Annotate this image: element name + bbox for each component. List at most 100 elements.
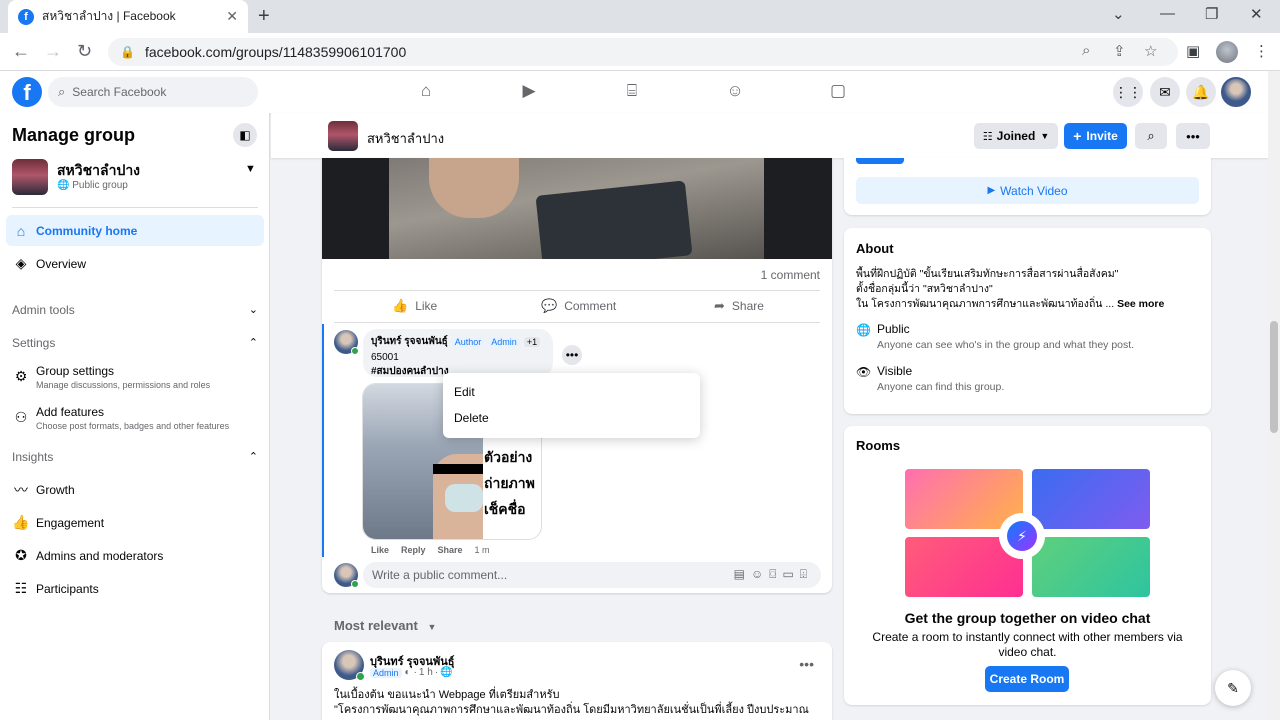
divider: [334, 290, 820, 291]
share-icon[interactable]: ⇪: [1113, 42, 1126, 60]
comment-author-row: บุรินทร์ รุจจนพันธุ์ Author Admin +1: [371, 334, 545, 349]
groups-nav-icon[interactable]: ☺: [723, 81, 747, 103]
bookmark-star-icon[interactable]: ☆: [1144, 42, 1157, 60]
like-button[interactable]: 👍 Like: [392, 298, 437, 314]
see-more-link[interactable]: See more: [1117, 298, 1164, 310]
home-nav-icon[interactable]: ⌂: [414, 81, 438, 103]
people-icon: ☷: [14, 580, 28, 596]
rooms-headline: Get the group together on video chat: [904, 610, 1151, 626]
page-scrollbar[interactable]: [1268, 71, 1280, 720]
side-panel-icon[interactable]: ▣: [1186, 42, 1200, 60]
admin-tools-section[interactable]: Admin tools ⌄: [12, 303, 258, 317]
post-options-button[interactable]: •••: [799, 656, 814, 672]
group-name[interactable]: สหวิชาลำปาง: [367, 128, 444, 149]
commenter-avatar[interactable]: [334, 330, 359, 355]
sidebar-item-group-settings[interactable]: ⚙ Group settings Manage discussions, per…: [6, 364, 264, 402]
joined-button[interactable]: ☷ Joined ▼: [974, 123, 1058, 149]
group-thumbnail[interactable]: [328, 121, 358, 151]
address-bar[interactable]: 🔒 facebook.com/groups/1148359906101700 ⌕…: [108, 38, 1178, 66]
menu-grid-icon[interactable]: ⋮⋮: [1113, 77, 1143, 107]
comment-like-link[interactable]: Like: [371, 545, 389, 555]
settings-section[interactable]: Settings ⌃: [12, 336, 258, 350]
comment-time[interactable]: 1 m: [475, 545, 490, 555]
watch-video-button[interactable]: ▶ Watch Video: [856, 177, 1199, 204]
section-label: Settings: [12, 336, 56, 350]
forward-icon[interactable]: →: [44, 41, 62, 62]
watch-nav-icon[interactable]: ▶: [517, 81, 541, 103]
comment-options-button[interactable]: •••: [562, 345, 582, 365]
sidebar-item-admins-moderators[interactable]: ✪ Admins and moderators: [6, 540, 264, 571]
comment-count[interactable]: 1 comment: [761, 268, 820, 282]
about-description: พื้นที่ฝึกปฏิบัติ "ขั้นเรียนเสริมทักษะกา…: [856, 267, 1199, 312]
sidebar-collapse-icon[interactable]: ◧: [233, 123, 257, 147]
more-dots-icon: •••: [1186, 128, 1200, 144]
browser-menu-icon[interactable]: ⋮: [1254, 42, 1269, 60]
caret-down-icon: ▼: [1040, 131, 1050, 141]
comment-share-link[interactable]: Share: [438, 545, 463, 555]
comment-author[interactable]: บุรินทร์ รุจจนพันธุ์: [371, 334, 448, 349]
create-room-button[interactable]: Create Room: [985, 666, 1069, 692]
delete-menu-item[interactable]: Delete: [443, 405, 700, 431]
browser-toolbar: ← → ↻ 🔒 facebook.com/groups/114835990610…: [0, 33, 1280, 71]
marketplace-nav-icon[interactable]: ⌸: [620, 81, 644, 103]
privacy-title: Public: [877, 322, 910, 336]
write-comment-input[interactable]: Write a public comment... ▤☺⌼▭⌹: [363, 562, 821, 588]
more-badges[interactable]: +1: [523, 336, 541, 347]
new-tab-icon[interactable]: +: [258, 5, 270, 28]
comment-reply-link[interactable]: Reply: [401, 545, 426, 555]
group-name[interactable]: สหวิชาลำปาง: [57, 160, 140, 182]
back-icon[interactable]: ←: [12, 41, 30, 62]
restore-icon[interactable]: ❐: [1205, 5, 1218, 23]
feed-sort-dropdown[interactable]: Most relevant ▼: [334, 618, 436, 633]
share-button[interactable]: ➦ Share: [714, 298, 764, 314]
scrollbar-thumb[interactable]: [1270, 321, 1278, 433]
facebook-logo-icon[interactable]: f: [12, 77, 42, 107]
sidebar-item-growth[interactable]: 〰 Growth: [6, 474, 264, 505]
item-subtitle: Choose post formats, badges and other fe…: [36, 421, 230, 431]
reload-icon[interactable]: ↻: [77, 41, 92, 62]
sidebar-item-engagement[interactable]: 👍 Engagement: [6, 507, 264, 538]
about-desc-line: ใน โครงการพัฒนาคุณภาพการศึกษาและพัฒนาท้อ…: [856, 298, 1115, 310]
post-time[interactable]: 1 h: [419, 667, 433, 678]
group-switch-caret-icon[interactable]: ▼: [245, 163, 256, 175]
group-more-button[interactable]: •••: [1176, 123, 1210, 149]
new-message-icon[interactable]: ✎: [1215, 670, 1251, 706]
close-window-icon[interactable]: ✕: [1250, 5, 1263, 23]
sidebar-item-label: Engagement: [36, 515, 105, 530]
group-search-button[interactable]: ⌕: [1135, 123, 1167, 149]
zoom-search-icon[interactable]: ⌕: [1082, 42, 1090, 59]
browser-profile-avatar[interactable]: [1216, 41, 1238, 63]
sidebar-item-community-home[interactable]: ⌂ Community home: [6, 215, 264, 246]
sidebar-item-label: Admins and moderators: [36, 548, 164, 563]
notifications-bell-icon[interactable]: 🔔: [1186, 77, 1216, 107]
url-text: facebook.com/groups/1148359906101700: [144, 44, 407, 60]
insights-section[interactable]: Insights ⌃: [12, 450, 258, 464]
lock-icon[interactable]: 🔒: [120, 45, 135, 59]
post-author-avatar[interactable]: [334, 650, 365, 681]
search-icon: ⌕: [58, 84, 66, 99]
comment-bubble: บุรินทร์ รุจจนพันธุ์ Author Admin +1 650…: [363, 329, 553, 377]
facebook-search-input[interactable]: ⌕ Search Facebook: [48, 77, 258, 107]
messenger-icon[interactable]: ✉: [1150, 77, 1180, 107]
about-desc-line: พื้นที่ฝึกปฏิบัติ "ขั้นเรียนเสริมทักษะกา…: [856, 268, 1119, 280]
comment-attachment-icons[interactable]: ▤☺⌼▭⌹: [734, 567, 813, 582]
tab-search-chevron-icon[interactable]: ⌄: [1112, 5, 1125, 23]
browser-tab[interactable]: f สหวิชาลำปาง | Facebook ✕: [8, 0, 248, 33]
sidebar-title: Manage group: [12, 125, 136, 145]
comment-button[interactable]: 💬 Comment: [541, 298, 616, 314]
minimize-icon[interactable]: —: [1160, 5, 1175, 22]
sidebar-item-label: Overview: [36, 256, 87, 271]
close-tab-icon[interactable]: ✕: [226, 8, 238, 25]
sidebar-item-participants[interactable]: ☷ Participants: [6, 573, 264, 604]
caret-down-icon: ▼: [427, 622, 437, 632]
group-thumbnail[interactable]: [12, 159, 48, 195]
account-avatar[interactable]: [1221, 77, 1251, 107]
my-avatar[interactable]: [334, 563, 359, 588]
post-text: ในเบื้องต้น ขอแนะนำ Webpage ที่เตรียมสำห…: [334, 688, 820, 718]
post-photo[interactable]: [322, 158, 832, 259]
sidebar-item-overview[interactable]: ◈ Overview: [6, 248, 264, 279]
edit-menu-item[interactable]: Edit: [443, 379, 700, 405]
sidebar-item-add-features[interactable]: ⚇ Add features Choose post formats, badg…: [6, 405, 264, 443]
invite-button[interactable]: + Invite: [1064, 123, 1127, 149]
gaming-nav-icon[interactable]: ▢: [826, 81, 850, 103]
